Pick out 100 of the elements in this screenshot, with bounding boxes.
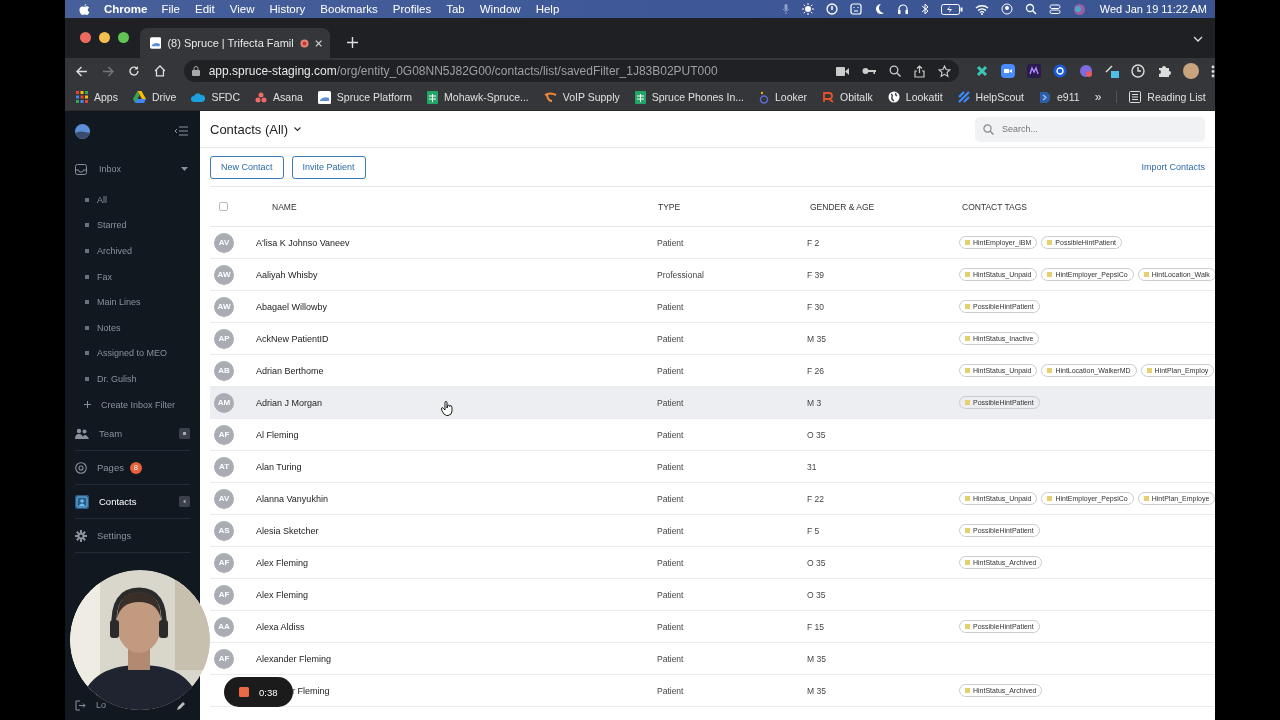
apple-icon[interactable] [79,2,90,16]
create-filter-link[interactable]: Create Inbox Filter [75,391,200,418]
user-icon[interactable] [1000,3,1013,15]
wifi-icon[interactable] [974,3,989,15]
inbox-filter-item[interactable]: Starred [75,212,200,239]
column-header[interactable]: CONTACT TAGS [962,201,1215,212]
reading-list-button[interactable]: Reading List [1116,91,1206,103]
share-icon[interactable] [914,64,925,78]
menu-item[interactable]: Window [479,3,521,15]
menu-item[interactable]: Chrome [104,3,148,15]
close-window-button[interactable] [80,32,91,43]
key-icon[interactable] [862,67,876,75]
nav-item[interactable]: Team [75,417,190,452]
moon-icon[interactable] [873,3,885,15]
power-icon[interactable] [825,3,838,15]
page-title[interactable]: Contacts (All) [210,121,289,137]
zoom-icon[interactable] [889,65,901,77]
clock[interactable]: Wed Jan 19 11:22 AM [1099,3,1207,15]
battery-icon[interactable] [940,3,963,15]
microphone-icon[interactable] [781,3,790,15]
logout-link[interactable]: Lo [96,700,106,710]
action-button[interactable]: Invite Patient [291,155,366,179]
menu-item[interactable]: Edit [195,3,215,15]
sun-icon[interactable] [801,3,814,15]
column-header[interactable]: TYPE [658,201,810,212]
bookmark[interactable]: Mohawk-Spruce... [427,90,529,104]
bookmark[interactable]: Asana [255,91,303,103]
table-row[interactable]: AF Alexander Fleming Patient M 35 [210,643,1215,675]
contact-name[interactable]: Alanna Vanyukhin [256,493,328,504]
minimize-window-button[interactable] [99,32,110,43]
contact-name[interactable]: r Fleming [292,685,330,696]
bookmark[interactable]: Spruce Phones In... [634,90,744,104]
nav-item[interactable]: Contacts [75,485,190,520]
inbox-filter-item[interactable]: Main Lines [75,289,200,315]
search-icon[interactable] [1024,3,1037,15]
bookmark[interactable]: Apps [76,91,118,103]
bookmark[interactable]: e911 [1039,90,1080,104]
bookmark[interactable]: Obitalk [822,91,873,103]
inbox-filter-item[interactable]: Dr. Gulish [75,366,200,392]
bluetooth-icon[interactable] [920,3,929,15]
contact-name[interactable]: Abagael Willowby [256,301,328,312]
menu-item[interactable]: Tab [446,3,465,15]
inbox-filter-item[interactable]: All [75,187,200,213]
bookmark[interactable]: Spruce Platform [317,90,413,104]
more-menu-icon[interactable] [1211,64,1215,78]
contact-name[interactable]: Alan Turing [256,461,302,472]
forward-arrow-icon[interactable] [101,65,114,77]
action-button[interactable]: New Contact [210,155,284,179]
extension-icon[interactable] [975,64,989,78]
square-face-icon[interactable] [849,3,862,15]
extension-icon[interactable] [1105,64,1119,78]
chevron-down-icon[interactable] [1193,36,1203,42]
table-row[interactable]: AF Al Fleming Patient O 35 [210,419,1215,451]
menu-item[interactable]: Help [535,3,560,15]
extension-icon[interactable] [1053,64,1067,78]
menu-item[interactable]: File [161,3,180,15]
bookmark[interactable]: HelpScout [957,91,1025,103]
avatar-icon[interactable] [1183,63,1199,79]
address-bar[interactable]: app.spruce-staging.com/org/entity_0G08NN5J82G00/contacts/list/savedFilter_1J83B02PUT000 [183,60,959,82]
toggle-icon[interactable] [1048,3,1061,15]
collapse-menu-icon[interactable] [174,126,188,136]
inbox-filter-item[interactable]: Fax [75,263,200,290]
home-icon[interactable] [153,65,166,77]
camera-icon[interactable] [836,66,849,76]
table-row[interactable]: AT Alan Turing Patient 31 [210,451,1215,483]
reload-icon[interactable] [127,65,140,77]
menu-item[interactable]: View [229,3,255,15]
contact-name[interactable]: Alex Fleming [256,557,309,568]
contact-name[interactable]: Alex Fleming [256,589,309,600]
recording-pill[interactable]: 0:38 [224,677,293,707]
extension-icon[interactable] [1027,64,1041,78]
column-header[interactable]: NAME [272,201,658,212]
menu-item[interactable]: Bookmarks [320,3,378,15]
more-bookmarks-button[interactable]: » [1094,90,1102,104]
video-camera-icon[interactable] [1001,64,1015,78]
back-arrow-icon[interactable] [76,65,88,77]
square-toggle-icon[interactable] [179,428,190,440]
browser-tab[interactable]: (8) Spruce | Trifecta Famil [140,28,330,58]
contact-name[interactable]: Aaliyah Whisby [256,269,318,280]
puzzle-icon[interactable] [1157,64,1171,78]
bookmark[interactable]: Looker [759,90,808,104]
menu-item[interactable]: Profiles [392,3,432,15]
caret-left-icon[interactable] [179,496,190,508]
select-all-checkbox[interactable] [219,202,228,211]
headphones-icon[interactable] [896,3,909,15]
contact-name[interactable]: A'lisa K Johnso Vaneev [256,237,350,248]
bookmark[interactable]: VoIP Supply [543,91,620,103]
table-row[interactable]: AF Alex Fleming Patient O 35 [210,579,1215,611]
caret-icon[interactable] [181,167,188,171]
contact-name[interactable]: Al Fleming [256,429,299,440]
inbox-filter-item[interactable]: Notes [75,314,200,341]
bookmark[interactable]: SFDC [191,91,241,103]
new-tab-icon[interactable] [347,37,358,48]
contact-name[interactable]: Adrian Berthome [256,365,324,376]
bookmark[interactable]: Lookatit [887,91,943,103]
bookmark[interactable]: Drive [132,91,177,103]
logo-icon[interactable] [75,123,90,139]
column-header[interactable]: GENDER & AGE [810,201,962,212]
contact-name[interactable]: Alexander Fleming [256,653,332,664]
inbox-filter-item[interactable]: Archived [75,238,200,264]
